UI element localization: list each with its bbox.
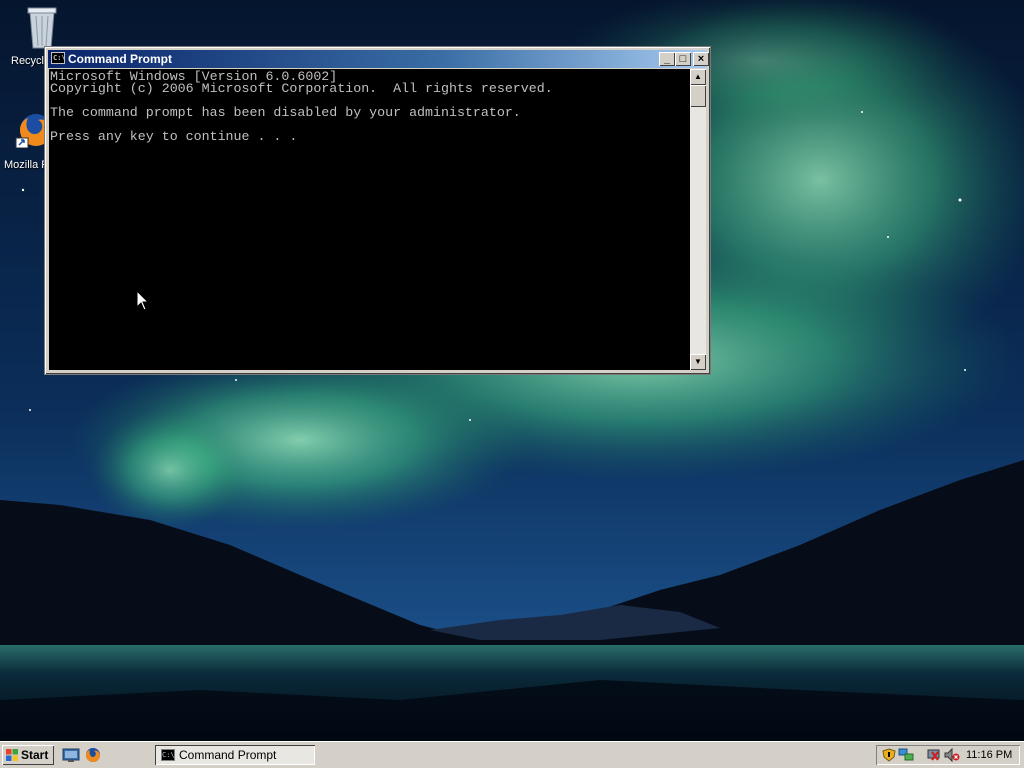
console-line: Copyright (c) 2006 Microsoft Corporation… xyxy=(50,81,553,96)
close-button[interactable]: × xyxy=(693,52,709,66)
cmd-icon: C:\ xyxy=(51,52,66,64)
vertical-scrollbar[interactable]: ▲ ▼ xyxy=(690,69,706,370)
scroll-thumb[interactable] xyxy=(690,85,706,107)
cmd-icon: C:\ xyxy=(161,749,175,761)
start-button[interactable]: Start xyxy=(2,745,54,765)
system-tray: 11:16 PM xyxy=(876,745,1020,765)
console-output[interactable]: Microsoft Windows [Version 6.0.6002] Cop… xyxy=(49,69,690,370)
scroll-down-arrow-icon[interactable]: ▼ xyxy=(690,354,706,370)
taskbar-button-command-prompt[interactable]: C:\ Command Prompt xyxy=(155,745,315,765)
taskbar-button-label: Command Prompt xyxy=(179,748,277,762)
recycle-bin-icon xyxy=(27,7,57,49)
volume-muted-icon[interactable] xyxy=(944,748,960,762)
scroll-up-arrow-icon[interactable]: ▲ xyxy=(690,69,706,85)
network-disconnected-icon[interactable] xyxy=(926,748,942,762)
window-titlebar[interactable]: C:\ Command Prompt _ □ × xyxy=(48,50,709,68)
command-prompt-window[interactable]: C:\ Command Prompt _ □ × Microsoft Windo… xyxy=(44,46,711,375)
taskbar: Start C:\ Command Prompt 11:16 PM xyxy=(0,741,1024,768)
mouse-cursor-icon xyxy=(136,290,150,311)
console-line: Press any key to continue . . . xyxy=(50,129,298,144)
show-desktop-icon[interactable] xyxy=(62,747,80,763)
window-title: Command Prompt xyxy=(68,52,173,66)
maximize-button[interactable]: □ xyxy=(675,52,691,66)
start-label: Start xyxy=(21,748,49,762)
minimize-button[interactable]: _ xyxy=(659,52,675,66)
windows-logo-icon xyxy=(6,749,18,761)
network-icon[interactable] xyxy=(898,748,914,762)
console-line: The command prompt has been disabled by … xyxy=(50,105,521,120)
firefox-icon[interactable] xyxy=(84,747,102,763)
security-shield-icon[interactable] xyxy=(881,748,897,762)
clock[interactable]: 11:16 PM xyxy=(966,745,1012,765)
